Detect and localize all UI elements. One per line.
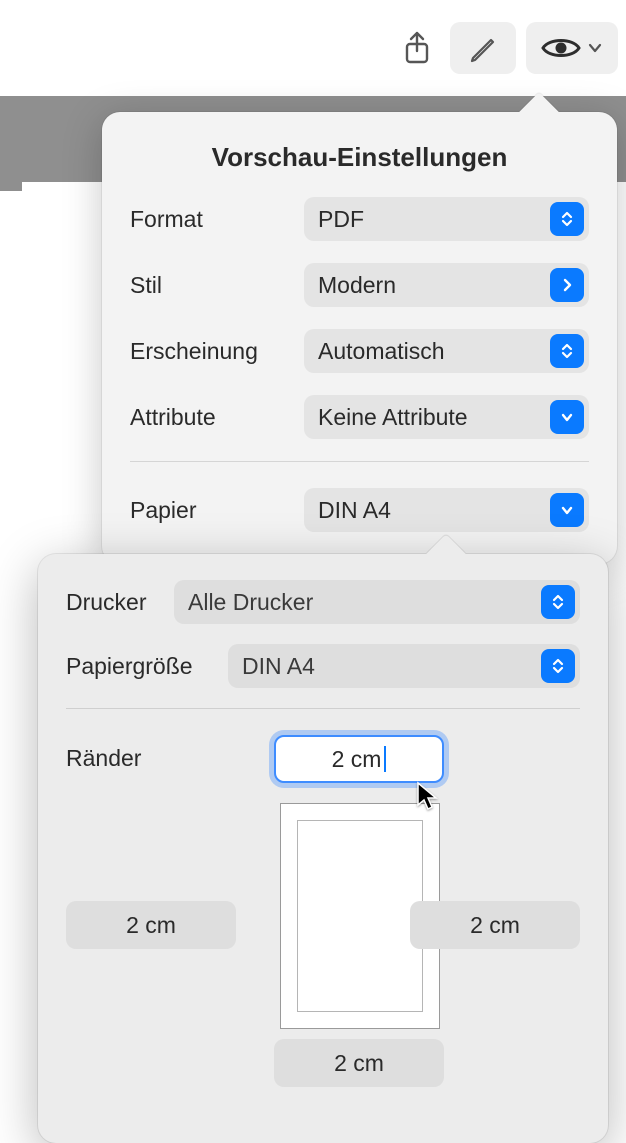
- pencil-icon: [467, 32, 499, 64]
- attributes-label: Attribute: [130, 404, 304, 431]
- text-caret: [384, 746, 386, 772]
- chevron-down-icon: [587, 40, 603, 56]
- updown-icon: [550, 202, 584, 236]
- margin-right-input[interactable]: 2 cm: [410, 901, 580, 949]
- style-label: Stil: [130, 272, 304, 299]
- margins-label: Ränder: [66, 745, 141, 772]
- attributes-select[interactable]: Keine Attribute: [304, 395, 589, 439]
- margin-top-value: 2 cm: [332, 746, 382, 773]
- paper-value: DIN A4: [318, 497, 575, 524]
- papersize-value: DIN A4: [242, 653, 315, 680]
- margins-block: Ränder 2 cm 2 cm 2 cm 2 cm: [66, 733, 580, 1113]
- printer-label: Drucker: [66, 589, 162, 616]
- style-value: Modern: [318, 272, 575, 299]
- preview-settings-popover: Vorschau-Einstellungen Format PDF Stil M…: [102, 112, 617, 564]
- separator: [66, 708, 580, 709]
- attributes-value: Keine Attribute: [318, 404, 575, 431]
- appearance-value: Automatisch: [318, 338, 575, 365]
- edit-button[interactable]: [450, 22, 516, 74]
- mouse-cursor: [416, 781, 440, 817]
- format-label: Format: [130, 206, 304, 233]
- papersize-select[interactable]: DIN A4: [228, 644, 580, 688]
- printer-select[interactable]: Alle Drucker: [174, 580, 580, 624]
- format-value: PDF: [318, 206, 575, 233]
- preview-settings-button[interactable]: [526, 22, 618, 74]
- share-button[interactable]: [394, 22, 440, 74]
- chevron-down-icon: [550, 400, 584, 434]
- separator: [130, 461, 589, 462]
- chevron-down-icon: [550, 493, 584, 527]
- paper-settings-popover: Drucker Alle Drucker Papiergröße DIN A4 …: [38, 554, 608, 1143]
- updown-icon: [550, 334, 584, 368]
- margin-bottom-input[interactable]: 2 cm: [274, 1039, 444, 1087]
- share-icon: [403, 31, 431, 65]
- margin-left-input[interactable]: 2 cm: [66, 901, 236, 949]
- format-select[interactable]: PDF: [304, 197, 589, 241]
- margin-right-value: 2 cm: [470, 912, 520, 939]
- page-margin-preview-inner: [297, 820, 423, 1012]
- paper-label: Papier: [130, 497, 304, 524]
- margin-left-value: 2 cm: [126, 912, 176, 939]
- eye-icon: [541, 35, 581, 61]
- popover-title: Vorschau-Einstellungen: [102, 112, 617, 197]
- style-select[interactable]: Modern: [304, 263, 589, 307]
- margin-top-input[interactable]: 2 cm: [274, 735, 444, 783]
- paper-select[interactable]: DIN A4: [304, 488, 589, 532]
- appearance-select[interactable]: Automatisch: [304, 329, 589, 373]
- toolbar: [0, 0, 626, 96]
- updown-icon: [541, 649, 575, 683]
- printer-value: Alle Drucker: [188, 589, 313, 616]
- appearance-label: Erscheinung: [130, 338, 304, 365]
- margin-bottom-value: 2 cm: [334, 1050, 384, 1077]
- papersize-label: Papiergröße: [66, 653, 216, 680]
- updown-icon: [541, 585, 575, 619]
- chevron-right-icon: [550, 268, 584, 302]
